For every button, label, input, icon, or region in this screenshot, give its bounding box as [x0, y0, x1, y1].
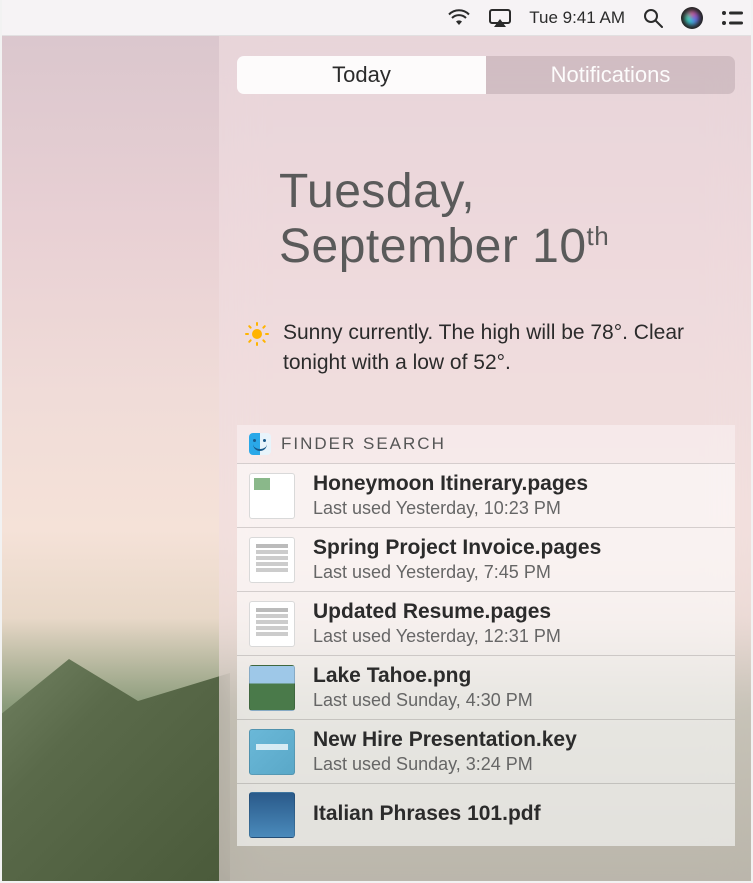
file-thumbnail-icon [249, 473, 295, 519]
file-meta: Last used Yesterday, 12:31 PM [313, 626, 723, 647]
spotlight-icon[interactable] [643, 8, 663, 28]
file-name: Updated Resume.pages [313, 600, 723, 624]
weather-widget[interactable]: Sunny currently. The high will be 78°. C… [245, 318, 723, 377]
file-name: Spring Project Invoice.pages [313, 536, 723, 560]
list-item[interactable]: Spring Project Invoice.pages Last used Y… [237, 527, 735, 591]
sun-icon [245, 322, 269, 346]
wifi-icon[interactable] [447, 9, 471, 27]
date-display: Tuesday, September 10th [279, 164, 713, 274]
weather-text: Sunny currently. The high will be 78°. C… [283, 318, 723, 377]
date-ordinal: th [587, 221, 610, 251]
file-name: Lake Tahoe.png [313, 664, 723, 688]
file-thumbnail-icon [249, 665, 295, 711]
file-thumbnail-icon [249, 537, 295, 583]
widget-header: FINDER SEARCH [237, 425, 735, 463]
airplay-icon[interactable] [489, 9, 511, 27]
list-item[interactable]: Italian Phrases 101.pdf [237, 783, 735, 846]
file-meta: Last used Yesterday, 10:23 PM [313, 498, 723, 519]
widget-title: FINDER SEARCH [281, 434, 446, 454]
menubar-datetime[interactable]: Tue 9:41 AM [529, 8, 625, 28]
notification-center-icon[interactable] [721, 10, 743, 26]
file-meta: Last used Sunday, 3:24 PM [313, 754, 723, 775]
siri-icon[interactable] [681, 7, 703, 29]
list-item[interactable]: New Hire Presentation.key Last used Sund… [237, 719, 735, 783]
menubar: Tue 9:41 AM [0, 0, 753, 36]
file-meta: Last used Yesterday, 7:45 PM [313, 562, 723, 583]
widget-list: Honeymoon Itinerary.pages Last used Yest… [237, 463, 735, 846]
file-name: Honeymoon Itinerary.pages [313, 472, 723, 496]
file-name: Italian Phrases 101.pdf [313, 802, 723, 826]
file-meta: Last used Sunday, 4:30 PM [313, 690, 723, 711]
finder-search-widget: FINDER SEARCH Honeymoon Itinerary.pages … [237, 425, 735, 846]
file-name: New Hire Presentation.key [313, 728, 723, 752]
date-month-day: September 10 [279, 220, 587, 273]
file-thumbnail-icon [249, 729, 295, 775]
list-item[interactable]: Updated Resume.pages Last used Yesterday… [237, 591, 735, 655]
file-thumbnail-icon [249, 792, 295, 838]
date-line1: Tuesday, [279, 164, 713, 219]
finder-icon [249, 433, 271, 455]
tab-notifications[interactable]: Notifications [486, 56, 735, 94]
date-line2: September 10th [279, 219, 713, 274]
segmented-control: Today Notifications [237, 56, 735, 94]
list-item[interactable]: Honeymoon Itinerary.pages Last used Yest… [237, 463, 735, 527]
list-item[interactable]: Lake Tahoe.png Last used Sunday, 4:30 PM [237, 655, 735, 719]
notification-center-panel: Today Notifications Tuesday, September 1… [219, 36, 753, 883]
file-thumbnail-icon [249, 601, 295, 647]
tab-today[interactable]: Today [237, 56, 486, 94]
